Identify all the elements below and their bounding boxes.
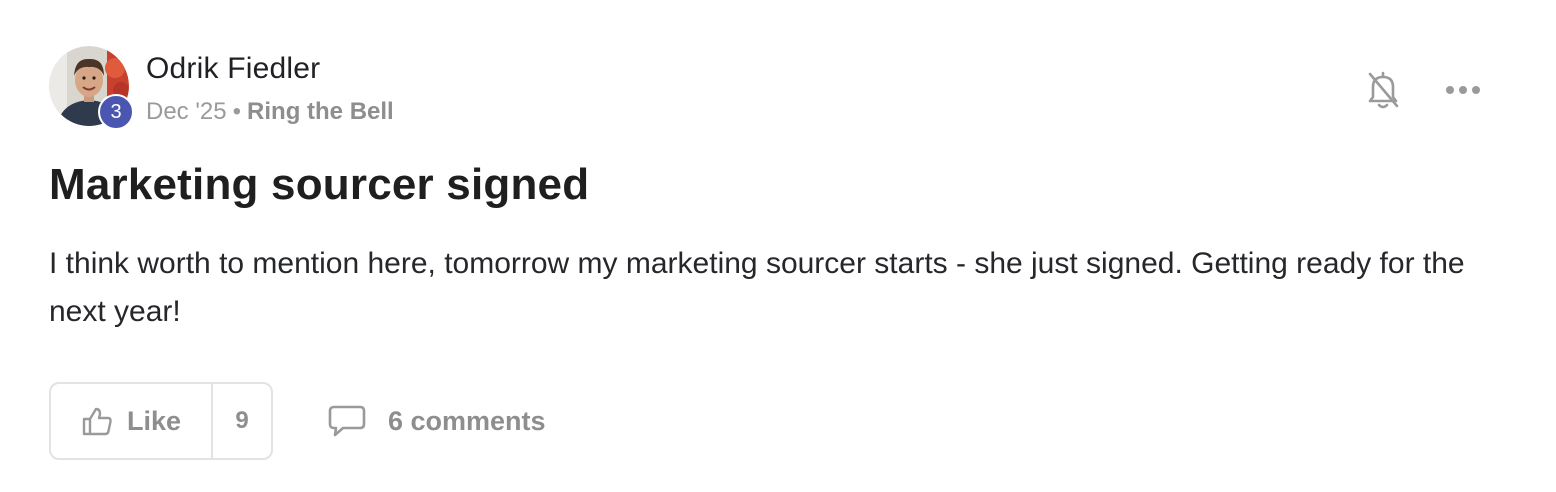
comment-icon xyxy=(328,405,366,437)
comments-label: 6 comments xyxy=(388,405,546,436)
author-avatar[interactable]: 3 xyxy=(49,46,134,130)
post-date[interactable]: Dec '25 xyxy=(146,98,227,125)
post-card: 3 Odrik Fiedler Dec '25 • Ring the Bell Ma… xyxy=(0,0,1556,492)
bell-off-icon xyxy=(1368,71,1399,109)
notifications-button[interactable] xyxy=(1363,68,1403,112)
post-meta: Dec '25 • Ring the Bell xyxy=(146,98,394,126)
meta-separator: • xyxy=(232,98,242,125)
thumbs-up-icon xyxy=(82,407,112,436)
post-category[interactable]: Ring the Bell xyxy=(247,98,394,125)
like-label: Like xyxy=(126,405,182,436)
like-button[interactable]: Like xyxy=(51,384,213,458)
like-group: Like 9 xyxy=(49,382,273,460)
comments-button[interactable]: 6 comments xyxy=(328,398,546,444)
author-name[interactable]: Odrik Fiedler xyxy=(146,52,320,86)
more-options-button[interactable] xyxy=(1442,76,1484,104)
level-badge: 3 xyxy=(98,94,134,130)
like-count[interactable]: 9 xyxy=(213,384,271,458)
post-body: I think worth to mention here, tomorrow … xyxy=(49,247,1465,328)
more-horizontal-icon xyxy=(1446,86,1480,94)
post-title: Marketing sourcer signed xyxy=(49,160,590,209)
